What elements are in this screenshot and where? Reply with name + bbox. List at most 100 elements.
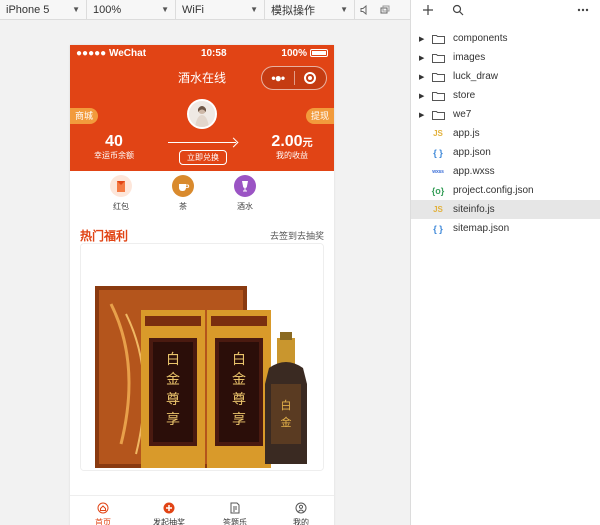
header-banner: ●●●●● WeChat 10:58 100% 酒水在线 •●• 商城 提现 4… [70,45,334,171]
file-item-sitemap-json[interactable]: { } sitemap.json [411,219,600,238]
file-item-app-json[interactable]: { } app.json [411,143,600,162]
chevron-right-icon: ▶ [419,35,425,43]
file-name: app.js [453,128,480,139]
file-name: images [453,52,486,63]
tab-label: 发起抽奖 [153,518,185,525]
js-file-icon: JS [433,129,443,138]
simulator-area: ●●●●● WeChat 10:58 100% 酒水在线 •●• 商城 提现 4… [0,20,410,525]
withdraw-tag-button[interactable]: 提现 [305,108,334,124]
checkin-lottery-link[interactable]: 去签到去抽奖 [270,229,324,242]
category-row: 红包 茶 酒水 [70,171,334,225]
folder-icon [429,110,447,120]
svg-text:金: 金 [281,415,292,429]
red-packet-icon [110,175,132,197]
chevron-down-icon: ▼ [72,5,80,14]
product-card[interactable]: 白 金 尊 享 白 金 尊 享 白 金 [80,243,324,471]
device-select[interactable]: iPhone 5 ▼ [0,0,87,20]
config-file-icon: {o} [431,185,445,196]
json-file-icon: { } [433,223,443,234]
json-file-icon: { } [433,147,443,158]
page-title: 酒水在线 [177,70,226,85]
tab-label: 答题乐 [223,518,247,525]
svg-text:享: 享 [166,411,180,428]
tab-bar: 首页 发起抽奖 答题乐 我的 [70,495,334,525]
mall-tag-button[interactable]: 商城 [70,108,99,124]
file-name: luck_draw [453,71,499,82]
more-options-icon[interactable] [572,0,594,20]
file-explorer: ▶ components ▶ images ▶ luck_draw ▶ stor… [410,0,600,525]
folder-item-images[interactable]: ▶ images [411,48,600,67]
chevron-down-icon: ▼ [250,5,258,14]
earnings-unit: 元 [302,138,313,149]
status-bar: ●●●●● WeChat 10:58 100% [70,45,334,62]
nav-bar: 酒水在线 •●• [70,62,334,92]
network-select[interactable]: WiFi ▼ [176,0,265,20]
folder-item-components[interactable]: ▶ components [411,29,600,48]
svg-text:尊: 尊 [232,391,246,408]
add-file-icon[interactable] [417,0,439,20]
redeem-button[interactable]: 立即兑换 [179,150,227,165]
carrier-label: ●●●●● WeChat [76,48,147,59]
coin-balance-value: 40 [105,133,123,150]
svg-text:尊: 尊 [166,391,180,408]
earnings-value: 2.00 [271,133,303,150]
zoom-select[interactable]: 100% ▼ [87,0,176,20]
exchange-arrow-icon [168,142,236,143]
file-item-app-wxss[interactable]: wxss app.wxss [411,162,600,181]
tab-profile[interactable]: 我的 [268,496,334,525]
operation-select-value: 模拟操作 [271,4,315,17]
chevron-right-icon: ▶ [419,54,425,62]
chevron-right-icon: ▶ [419,73,425,81]
svg-text:白: 白 [166,352,180,368]
phone-screen: ●●●●● WeChat 10:58 100% 酒水在线 •●• 商城 提现 4… [70,45,334,525]
tab-label: 首页 [95,518,111,525]
file-name: we7 [453,109,472,120]
folder-icon [429,34,447,44]
menu-capsule: •●• [261,66,327,90]
file-name: sitemap.json [453,223,510,234]
category-label: 红包 [113,202,129,211]
tab-home[interactable]: 首页 [70,496,136,525]
category-red-packet[interactable]: 红包 [90,171,152,225]
js-file-icon: JS [433,205,443,214]
category-tea[interactable]: 茶 [152,171,214,225]
category-wine[interactable]: 酒水 [214,171,276,225]
tab-label: 我的 [293,518,309,525]
coin-balance-label: 幸运币余额 [94,151,134,160]
folder-item-we7[interactable]: ▶ we7 [411,105,600,124]
sound-icon[interactable] [355,0,375,20]
file-item-project-config[interactable]: {o} project.config.json [411,181,600,200]
search-icon[interactable] [447,0,469,20]
operation-select[interactable]: 模拟操作 ▼ [265,0,355,20]
category-label: 酒水 [237,202,253,211]
tab-start-lottery[interactable]: 发起抽奖 [136,496,202,525]
plus-circle-icon [163,502,175,514]
tab-quiz[interactable]: 答题乐 [202,496,268,525]
svg-text:白: 白 [281,398,292,412]
device-select-value: iPhone 5 [6,3,50,16]
profile-icon [295,502,307,514]
chevron-down-icon: ▼ [161,5,169,14]
avatar[interactable] [187,99,217,129]
battery-icon [310,49,328,58]
wxss-file-icon: wxss [432,168,444,175]
close-miniprogram-icon[interactable] [294,72,326,84]
folder-item-store[interactable]: ▶ store [411,86,600,105]
file-name: app.json [453,147,491,158]
wine-icon [234,175,256,197]
category-label: 茶 [179,202,187,211]
svg-text:金: 金 [166,372,180,388]
more-dots-icon[interactable]: •●• [262,71,294,85]
product-image: 白 金 尊 享 白 金 尊 享 白 金 [81,244,323,470]
folder-icon [429,53,447,63]
file-item-app-js[interactable]: JS app.js [411,124,600,143]
zoom-select-value: 100% [93,3,122,16]
detach-window-icon[interactable] [375,0,395,20]
chevron-down-icon: ▼ [340,5,348,14]
folder-item-luck-draw[interactable]: ▶ luck_draw [411,67,600,86]
home-icon [97,502,109,514]
simulator-toolbar: iPhone 5 ▼ 100% ▼ WiFi ▼ 模拟操作 ▼ [0,0,410,20]
file-item-siteinfo-js[interactable]: JS siteinfo.js [411,200,600,219]
clock-label: 10:58 [200,48,227,59]
file-name: store [453,90,476,101]
